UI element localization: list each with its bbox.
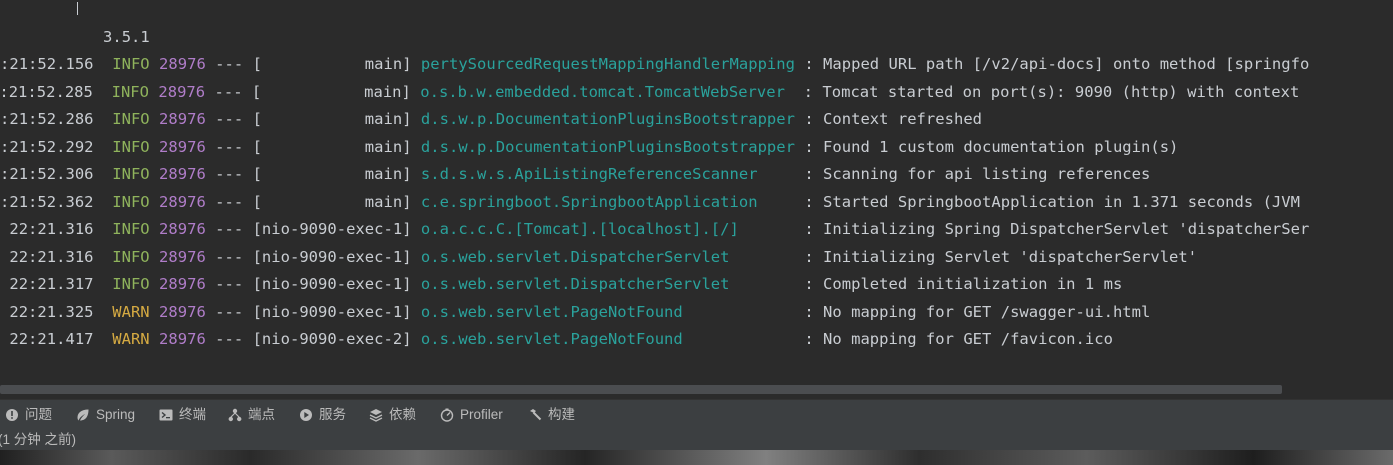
log-logger: s.d.s.w.s.ApiListingReferenceScanner (420, 165, 795, 183)
log-pid: 28976 (159, 275, 206, 293)
log-thread: [nio-9090-exec-1] (252, 275, 421, 293)
log-logger: o.a.c.c.C.[Tomcat].[localhost].[/] (420, 220, 795, 238)
problems-icon (4, 407, 20, 423)
log-logger: d.s.w.p.DocumentationPluginsBootstrapper (420, 138, 795, 156)
log-level: INFO (111, 83, 150, 101)
terminal-icon (158, 407, 174, 423)
log-pid: 28976 (159, 138, 206, 156)
log-line: :21:52.286 INFO 28976 --- [ main] d.s.w.… (0, 110, 983, 128)
log-message: : Initializing Spring DispatcherServlet … (794, 220, 1310, 238)
console-output[interactable]: 3.5.1 :21:52.156 INFO 28976 --- [ main] … (0, 0, 1393, 384)
log-level: INFO (112, 275, 150, 293)
tool-window-spring[interactable]: Spring (75, 400, 135, 430)
log-logger: o.s.web.servlet.DispatcherServlet (420, 275, 795, 293)
log-pid: 28976 (159, 303, 206, 321)
log-thread: [ main] (251, 83, 421, 101)
log-logger: pertySourcedRequestMappingHandlerMapping (420, 55, 795, 73)
log-level: INFO (112, 220, 150, 238)
log-thread: [ main] (252, 110, 421, 128)
log-level: WARN (112, 303, 150, 321)
log-pid: 28976 (159, 248, 206, 266)
tool-window-endpoints[interactable]: 端点 (227, 400, 275, 430)
log-logger: o.s.b.w.embedded.tomcat.TomcatWebServer (420, 83, 795, 101)
log-line: 0:21:52.285 INFO 28976 --- [ main] o.s.b… (0, 83, 1300, 101)
log-pid: 28976 (159, 55, 206, 73)
log-message: : Tomcat started on port(s): 9090 (http)… (794, 83, 1300, 101)
log-message: : Started SpringbootApplication in 1.371… (794, 193, 1300, 211)
log-line: :21:52.362 INFO 28976 --- [ main] c.e.sp… (0, 193, 1300, 211)
spring-icon (75, 407, 91, 423)
log-message: : Mapped URL path [/v2/api-docs] onto me… (794, 55, 1310, 73)
endpoints-icon (227, 407, 243, 423)
tool-window-problems[interactable]: 问题 (4, 400, 52, 430)
log-line: 22:21.417 WARN 28976 --- [nio-9090-exec-… (0, 330, 1113, 348)
log-logger: o.s.web.servlet.DispatcherServlet (420, 248, 795, 266)
log-line: 22:21.316 INFO 28976 --- [nio-9090-exec-… (0, 248, 1198, 266)
log-message: : Scanning for api listing references (794, 165, 1151, 183)
log-message: : Context refreshed (794, 110, 983, 128)
desktop-background-strip (0, 450, 1393, 465)
profiler-icon (439, 407, 455, 423)
log-thread: [ main] (252, 138, 421, 156)
tool-window-bar: 问题 Spring 终端 端点 服务 依赖 Profiler 构建 (0, 399, 1393, 430)
log-logger: d.s.w.p.DocumentationPluginsBootstrapper (420, 110, 795, 128)
dependencies-icon (368, 407, 384, 423)
log-line: 22:21.316 INFO 28976 --- [nio-9090-exec-… (0, 220, 1310, 238)
log-level: INFO (112, 165, 150, 183)
log-level: INFO (112, 193, 150, 211)
log-line: 22:21.325 WARN 28976 --- [nio-9090-exec-… (0, 303, 1151, 321)
version-line: 3.5.1 (103, 28, 150, 46)
log-thread: [nio-9090-exec-1] (252, 248, 421, 266)
log-logger: c.e.springboot.SpringbootApplication (420, 193, 795, 211)
log-line: 22:21.317 INFO 28976 --- [nio-9090-exec-… (0, 275, 1123, 293)
log-thread: [ main] (252, 193, 421, 211)
text-cursor (77, 2, 78, 15)
log-thread: [ main] (252, 55, 421, 73)
log-message: : No mapping for GET /swagger-ui.html (794, 303, 1151, 321)
log-level: INFO (112, 55, 150, 73)
log-thread: [nio-9090-exec-1] (252, 303, 421, 321)
log-pid: 28976 (158, 83, 206, 101)
log-pid: 28976 (159, 110, 206, 128)
log-level: INFO (112, 248, 150, 266)
log-logger: o.s.web.servlet.PageNotFound (420, 330, 795, 348)
tool-window-profiler[interactable]: Profiler (439, 400, 503, 430)
horizontal-scrollbar[interactable] (0, 385, 1282, 394)
build-icon (527, 407, 543, 423)
log-level: INFO (112, 110, 150, 128)
log-thread: [nio-9090-exec-2] (252, 330, 421, 348)
status-bar: (1 分钟 之前) (0, 430, 1393, 450)
log-line: :21:52.306 INFO 28976 --- [ main] s.d.s.… (0, 165, 1151, 183)
log-pid: 28976 (159, 193, 206, 211)
log-message: : Found 1 custom documentation plugin(s) (794, 138, 1179, 156)
tool-window-terminal[interactable]: 终端 (158, 400, 206, 430)
log-line: :21:52.156 INFO 28976 --- [ main] pertyS… (0, 55, 1310, 73)
log-message: : No mapping for GET /favicon.ico (794, 330, 1113, 348)
log-message: : Initializing Servlet 'dispatcherServle… (794, 248, 1198, 266)
log-pid: 28976 (159, 220, 206, 238)
log-pid: 28976 (159, 165, 206, 183)
log-level: INFO (112, 138, 150, 156)
log-line: :21:52.292 INFO 28976 --- [ main] d.s.w.… (0, 138, 1179, 156)
services-icon (298, 407, 314, 423)
log-message: : Completed initialization in 1 ms (794, 275, 1123, 293)
log-logger: o.s.web.servlet.PageNotFound (420, 303, 795, 321)
tool-window-services[interactable]: 服务 (298, 400, 346, 430)
log-pid: 28976 (159, 330, 206, 348)
log-level: WARN (112, 330, 150, 348)
tool-window-build[interactable]: 构建 (527, 400, 575, 430)
tool-window-dependencies[interactable]: 依赖 (368, 400, 416, 430)
status-text: (1 分钟 之前) (0, 432, 77, 447)
log-thread: [nio-9090-exec-1] (252, 220, 421, 238)
log-thread: [ main] (252, 165, 421, 183)
